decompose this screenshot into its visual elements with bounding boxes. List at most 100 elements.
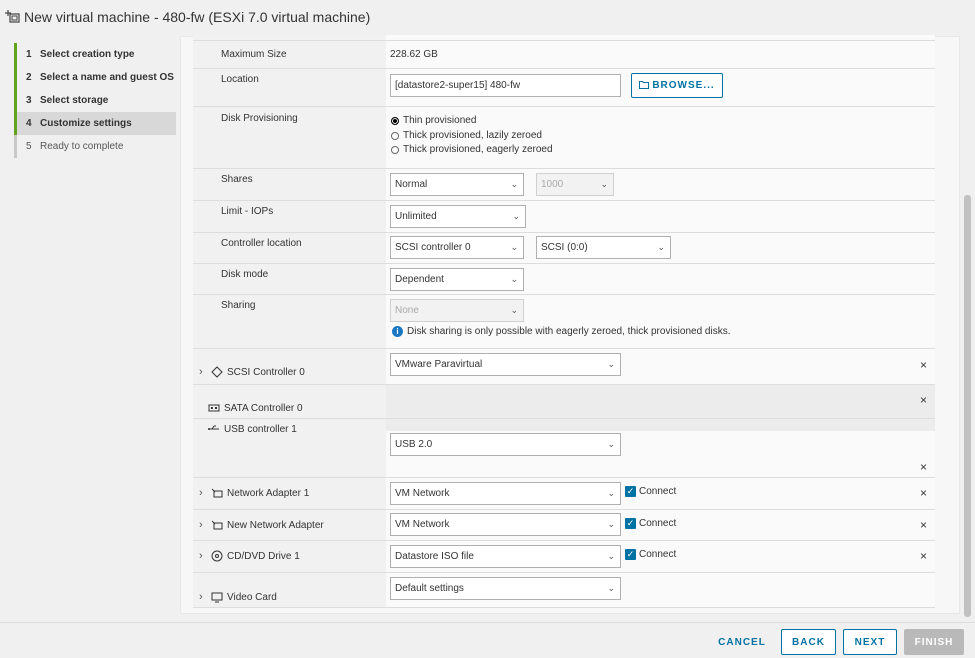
remove-network-adapter-1-icon[interactable]: × [920, 486, 927, 500]
new-network-adapter-select[interactable]: VM Network ⌄ [390, 513, 621, 536]
sharing-label: Sharing [221, 300, 256, 311]
chevron-right-icon[interactable]: › [199, 487, 207, 499]
sharing-select: None ⌄ [390, 299, 524, 322]
browse-button[interactable]: BROWSE... [631, 73, 723, 98]
disk-mode-label: Disk mode [221, 269, 269, 280]
window-title: New virtual machine - 480-fw (ESXi 7.0 v… [24, 8, 371, 25]
network-adapter-1-select[interactable]: VM Network ⌄ [390, 482, 621, 505]
wizard-steps: 1 Select creation type 2 Select a name and… [14, 43, 176, 158]
video-card-select[interactable]: Default settings ⌄ [390, 577, 621, 600]
step-select-creation-type[interactable]: 1 Select creation type [14, 43, 176, 66]
location-label: Location [221, 74, 259, 85]
cd-dvd-drive-label: CD/DVD Drive 1 [227, 550, 300, 562]
chevron-down-icon: ⌄ [510, 305, 518, 315]
chevron-down-icon: ⌄ [510, 179, 518, 189]
chevron-down-icon: ⌄ [607, 583, 615, 593]
footer-divider [0, 622, 975, 623]
shares-row: Shares Normal ⌄ 1000 ⌄ [193, 169, 935, 201]
radio-selected-icon [391, 116, 399, 125]
step-ready-to-complete[interactable]: 5 Ready to complete [14, 135, 176, 158]
new-network-adapter-connect[interactable]: ✓ Connect [625, 518, 676, 529]
folder-icon [639, 80, 650, 92]
window-title-bar: New virtual machine - 480-fw (ESXi 7.0 v… [0, 0, 975, 33]
disk-mode-row: Disk mode Dependent ⌄ [193, 264, 935, 295]
cd-dvd-connect[interactable]: ✓ Connect [625, 549, 676, 560]
shares-select[interactable]: Normal ⌄ [390, 173, 524, 196]
checkbox-checked-icon: ✓ [625, 486, 636, 497]
sharing-row: Sharing None ⌄ i Disk sharing is only pos… [193, 295, 935, 349]
location-input[interactable]: [datastore2-super15] 480-fw [390, 74, 621, 97]
chevron-down-icon: ⌄ [512, 211, 520, 221]
new-vm-icon [4, 8, 22, 26]
controller-location-label: Controller location [221, 238, 302, 249]
chevron-down-icon: ⌄ [607, 488, 615, 498]
video-card-row: › Video Card Default settings ⌄ [193, 573, 935, 608]
chevron-down-icon: ⌄ [510, 242, 518, 252]
video-card-label: Video Card [227, 591, 277, 603]
remove-new-network-adapter-icon[interactable]: × [920, 518, 927, 532]
chevron-right-icon[interactable]: › [199, 591, 207, 603]
max-size-value: 228.62 GB [390, 49, 438, 60]
cd-dvd-icon [210, 550, 224, 562]
radio-unselected-icon [391, 145, 399, 154]
network-adapter-icon [210, 487, 224, 499]
max-size-row: Maximum Size 228.62 GB [193, 41, 935, 69]
disk-provisioning-row: Disk Provisioning Thin provisioned Thick… [193, 107, 935, 169]
remove-scsi-controller-icon[interactable]: × [920, 358, 927, 372]
remove-sata-controller-icon[interactable]: × [920, 393, 927, 407]
max-size-label: Maximum Size [221, 49, 287, 60]
step-customize-settings[interactable]: 4 Customize settings [14, 112, 176, 135]
controller-location-row: Controller location SCSI controller 0 ⌄ S… [193, 233, 935, 264]
usb-type-select[interactable]: USB 2.0 ⌄ [390, 433, 621, 456]
customize-settings-panel: Maximum Size 228.62 GB Location [datasto… [180, 35, 960, 614]
network-adapter-1-connect[interactable]: ✓ Connect [625, 486, 676, 497]
chevron-right-icon[interactable]: › [199, 519, 207, 531]
radio-thick-lazy[interactable]: Thick provisioned, lazily zeroed [391, 130, 542, 141]
radio-thin-provisioned[interactable]: Thin provisioned [391, 115, 476, 126]
chevron-down-icon: ⌄ [607, 551, 615, 561]
cd-dvd-drive-row: › CD/DVD Drive 1 Datastore ISO file ⌄ ✓ Co… [193, 541, 935, 573]
cancel-button[interactable]: CANCEL [712, 629, 772, 655]
scsi-controller-row: › SCSI Controller 0 VMware Paravirtual ⌄ … [193, 349, 935, 385]
next-button[interactable]: NEXT [843, 629, 897, 655]
monitor-icon [210, 591, 224, 603]
network-adapter-icon [210, 519, 224, 531]
shares-number-select: 1000 ⌄ [536, 173, 614, 196]
limit-iops-row: Limit - IOPs Unlimited ⌄ [193, 201, 935, 233]
new-network-adapter-label: New Network Adapter [227, 519, 324, 531]
scsi-type-select[interactable]: VMware Paravirtual ⌄ [390, 353, 621, 376]
chevron-down-icon: ⌄ [657, 242, 665, 252]
sata-controller-icon [207, 402, 221, 414]
chevron-down-icon: ⌄ [607, 439, 615, 449]
disk-mode-select[interactable]: Dependent ⌄ [390, 268, 524, 291]
chevron-down-icon: ⌄ [600, 179, 608, 189]
step-select-storage[interactable]: 3 Select storage [14, 89, 176, 112]
radio-thick-eager[interactable]: Thick provisioned, eagerly zeroed [391, 144, 553, 155]
remove-cd-dvd-drive-icon[interactable]: × [920, 549, 927, 563]
new-network-adapter-row: › New Network Adapter VM Network ⌄ ✓ Conne… [193, 510, 935, 541]
chevron-down-icon: ⌄ [607, 359, 615, 369]
network-adapter-1-label: Network Adapter 1 [227, 487, 310, 499]
sata-controller-label: SATA Controller 0 [224, 402, 303, 414]
step-select-name-guest-os[interactable]: 2 Select a name and guest OS [14, 66, 176, 89]
chevron-down-icon: ⌄ [510, 274, 518, 284]
limit-iops-select[interactable]: Unlimited ⌄ [390, 205, 526, 228]
limit-iops-label: Limit - IOPs [221, 206, 274, 217]
scsi-controller-label: SCSI Controller 0 [227, 366, 305, 378]
chevron-right-icon[interactable]: › [199, 366, 207, 378]
controller-select[interactable]: SCSI controller 0 ⌄ [390, 236, 524, 259]
controller-slot-select[interactable]: SCSI (0:0) ⌄ [536, 236, 671, 259]
remove-usb-controller-icon[interactable]: × [920, 460, 927, 474]
scrollbar-thumb[interactable] [964, 195, 971, 617]
cd-dvd-source-select[interactable]: Datastore ISO file ⌄ [390, 545, 621, 568]
radio-unselected-icon [391, 131, 399, 140]
usb-controller-row: USB controller 1 USB 2.0 ⌄ × [193, 419, 935, 478]
chevron-down-icon: ⌄ [607, 519, 615, 529]
finish-button: FINISH [904, 629, 964, 655]
network-adapter-1-row: › Network Adapter 1 VM Network ⌄ ✓ Connect… [193, 478, 935, 510]
back-button[interactable]: BACK [781, 629, 836, 655]
checkbox-checked-icon: ✓ [625, 518, 636, 529]
sharing-info: i Disk sharing is only possible with eag… [392, 326, 730, 337]
checkbox-checked-icon: ✓ [625, 549, 636, 560]
chevron-right-icon[interactable]: › [199, 550, 207, 562]
